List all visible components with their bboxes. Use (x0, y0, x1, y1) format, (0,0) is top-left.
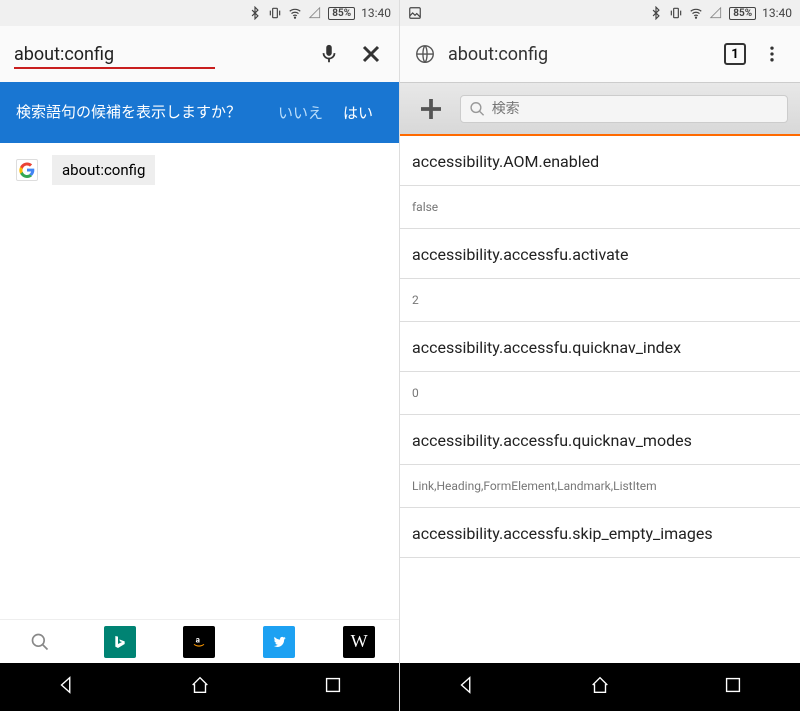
twitter-icon[interactable] (263, 626, 295, 658)
config-item[interactable]: accessibility.accessfu.skip_empty_images (400, 508, 800, 558)
search-icon (469, 100, 486, 118)
config-list[interactable]: accessibility.AOM.enabled false accessib… (400, 136, 800, 663)
signal-icon (308, 6, 322, 20)
back-button[interactable] (456, 674, 478, 700)
search-suggestion-prompt: 検索語句の候補を表示しますか？ いいえ はい (0, 82, 399, 143)
config-value: 2 (400, 279, 800, 322)
menu-icon[interactable] (758, 40, 786, 68)
config-item[interactable]: accessibility.accessfu.quicknav_index (400, 322, 800, 372)
url-toolbar (0, 26, 399, 82)
quick-access-row: a W (0, 619, 399, 663)
wifi-icon (288, 6, 302, 20)
url-input[interactable] (14, 44, 242, 65)
config-value: false (400, 186, 800, 229)
battery-indicator: 85% (328, 7, 355, 20)
config-key: accessibility.accessfu.quicknav_modes (412, 431, 788, 450)
config-item[interactable]: accessibility.accessfu.activate (400, 229, 800, 279)
suggestion-chip[interactable]: about:config (52, 155, 155, 185)
wikipedia-icon[interactable]: W (343, 626, 375, 658)
vibrate-icon (669, 6, 683, 20)
browser-toolbar: about:config 1 (400, 26, 800, 82)
android-navbar (0, 663, 399, 711)
status-bar: 85% 13:40 (0, 0, 399, 26)
config-toolbar (400, 82, 800, 136)
bluetooth-icon (649, 6, 663, 20)
back-button[interactable] (56, 674, 78, 700)
config-key: accessibility.accessfu.skip_empty_images (412, 524, 788, 543)
clock: 13:40 (762, 6, 792, 20)
close-icon[interactable] (357, 40, 385, 68)
search-icon[interactable] (24, 626, 56, 658)
config-search-input[interactable] (492, 101, 779, 117)
config-search-box[interactable] (460, 95, 788, 123)
recent-button[interactable] (722, 674, 744, 700)
config-key: accessibility.accessfu.quicknav_index (412, 338, 788, 357)
recent-button[interactable] (322, 674, 344, 700)
config-value: 0 (400, 372, 800, 415)
prompt-no-button[interactable]: いいえ (268, 96, 333, 129)
vibrate-icon (268, 6, 282, 20)
url-field-wrapper (14, 44, 301, 65)
home-button[interactable] (189, 674, 211, 700)
config-item[interactable]: accessibility.accessfu.quicknav_modes (400, 415, 800, 465)
config-key: accessibility.accessfu.activate (412, 245, 788, 264)
home-button[interactable] (589, 674, 611, 700)
globe-icon (414, 43, 436, 65)
config-value: Link,Heading,FormElement,Landmark,ListIt… (400, 465, 800, 508)
bluetooth-icon (248, 6, 262, 20)
suggestion-row[interactable]: about:config (0, 143, 399, 197)
phone-left: 85% 13:40 検索語句の候補を表示しますか？ いいえ はい about:c… (0, 0, 400, 711)
wifi-icon (689, 6, 703, 20)
phone-right: 85% 13:40 about:config 1 accessibility.A… (400, 0, 800, 711)
svg-text:a: a (196, 635, 201, 644)
tab-count-button[interactable]: 1 (724, 43, 746, 65)
signal-icon (709, 6, 723, 20)
prompt-yes-button[interactable]: はい (333, 96, 383, 129)
page-title[interactable]: about:config (448, 44, 712, 65)
bing-icon[interactable] (104, 626, 136, 658)
amazon-icon[interactable]: a (183, 626, 215, 658)
battery-indicator: 85% (729, 7, 756, 20)
config-item[interactable]: accessibility.AOM.enabled (400, 136, 800, 186)
prompt-text: 検索語句の候補を表示しますか？ (16, 102, 268, 123)
google-icon (16, 159, 38, 181)
config-key: accessibility.AOM.enabled (412, 152, 788, 171)
image-icon (408, 6, 422, 20)
clock: 13:40 (361, 6, 391, 20)
add-pref-button[interactable] (412, 90, 450, 128)
status-bar: 85% 13:40 (400, 0, 800, 26)
mic-icon[interactable] (315, 40, 343, 68)
android-navbar (400, 663, 800, 711)
